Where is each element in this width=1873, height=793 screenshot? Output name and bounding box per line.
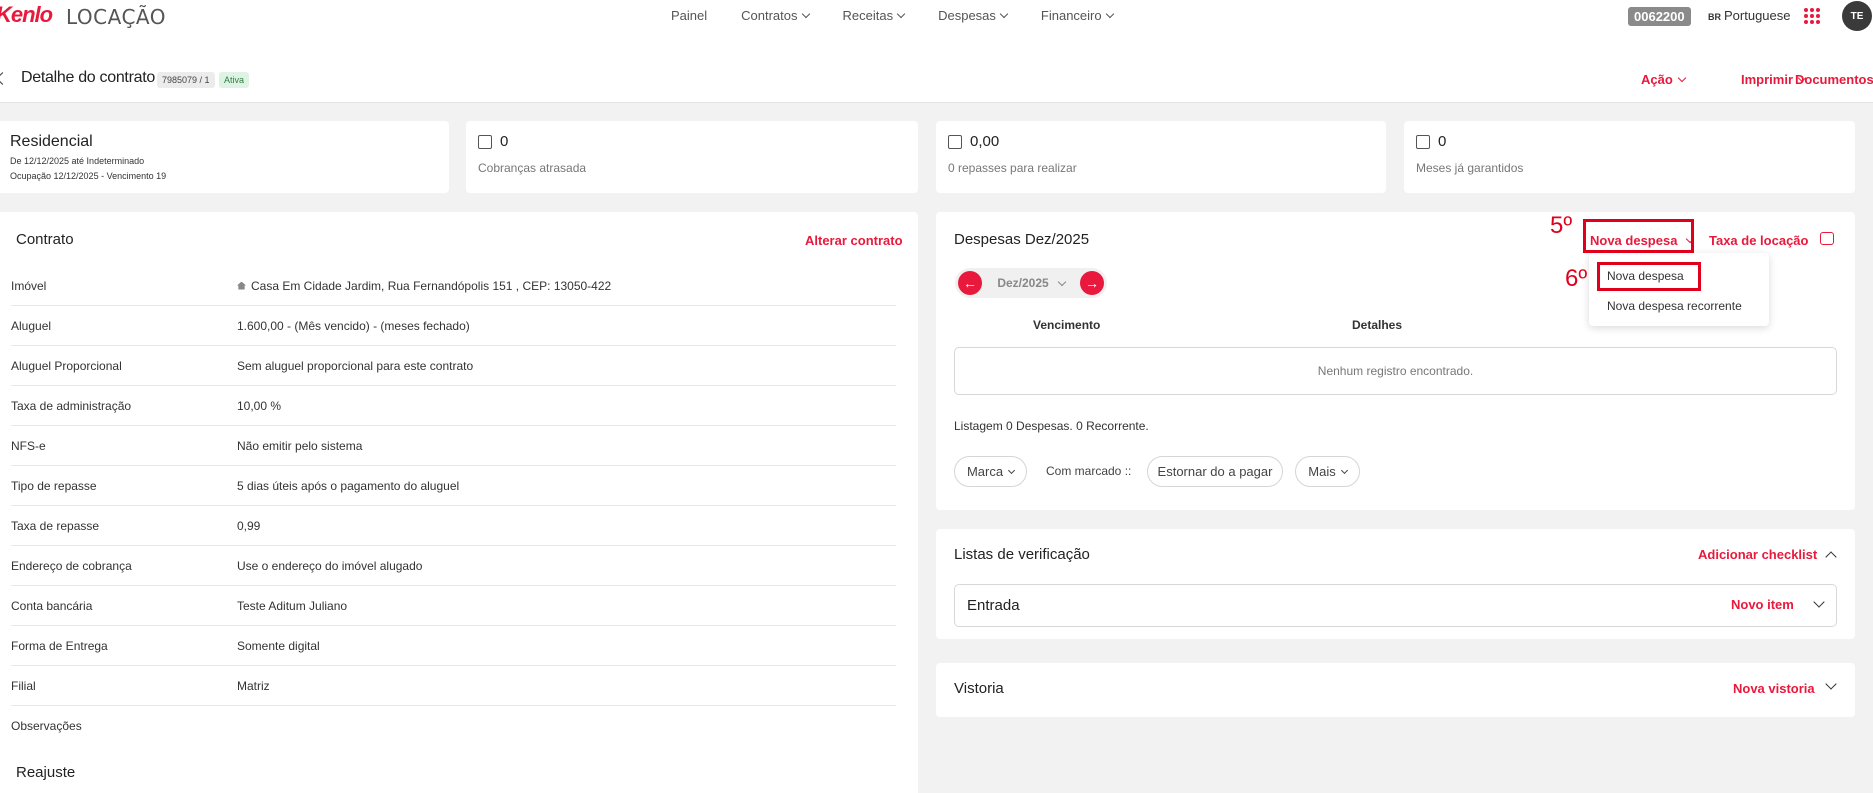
contract-row-aluguel-proporcional: Aluguel Proporcional Sem aluguel proporci… — [11, 346, 896, 386]
contract-row-filial: Filial Matriz — [11, 666, 896, 706]
contract-row-forma-entrega: Forma de Entrega Somente digital — [11, 626, 896, 666]
contract-card: Contrato Alterar contrato Imóvel Casa Em… — [0, 212, 918, 793]
despesas-empty-state: Nenhum registro encontrado. — [954, 347, 1837, 395]
contract-row-tipo-repasse: Tipo de repasse 5 dias úteis após o pagam… — [11, 466, 896, 506]
adicionar-checklist-link[interactable]: Adicionar checklist — [1698, 547, 1817, 562]
contract-row-aluguel: Aluguel 1.600,00 - (Mês vencido) - (meses… — [11, 306, 896, 346]
contract-id-badge: 7985079 / 1 — [157, 72, 215, 88]
late-charges-count: 0 — [500, 133, 509, 150]
acao-menu-button[interactable]: Ação — [1641, 72, 1687, 87]
despesas-title: Despesas Dez/2025 — [954, 231, 1090, 248]
main-nav: Painel Contratos Receitas Despesas Finan… — [671, 8, 1147, 23]
status-badge: Ativa — [219, 72, 250, 88]
contract-title: Contrato — [16, 231, 74, 248]
chevron-down-icon — [1057, 277, 1066, 286]
calendar-clock-icon — [478, 134, 492, 149]
taxa-locacao-link[interactable]: Taxa de locação — [1709, 233, 1808, 248]
account-code-badge: 0062200 — [1628, 7, 1691, 26]
guaranteed-months-card[interactable]: 0 Meses já garantidos — [1404, 121, 1855, 193]
chevron-up-icon[interactable] — [1825, 551, 1837, 563]
step-6-highlight — [1597, 262, 1701, 291]
contract-occupation: Ocupação 12/12/2025 - Vencimento 19 — [10, 171, 167, 181]
repasses-label: 0 repasses para realizar — [948, 161, 1077, 175]
chevron-down-icon — [1008, 466, 1016, 474]
nav-financeiro[interactable]: Financeiro — [1041, 8, 1114, 23]
guaranteed-months-label: Meses já garantidos — [1416, 161, 1524, 175]
vistoria-card: Vistoria Nova vistoria — [936, 663, 1855, 717]
contract-row-taxa-repasse: Taxa de repasse 0,99 — [11, 506, 896, 546]
user-avatar[interactable]: TE — [1842, 1, 1872, 31]
vistoria-title: Vistoria — [954, 680, 1004, 697]
documentos-button[interactable]: Documentos — [1795, 72, 1873, 87]
com-marcado-label: Com marcado :: — [1046, 464, 1132, 478]
repasses-value: 0,00 — [970, 133, 1000, 150]
chevron-down-icon — [1340, 466, 1348, 474]
back-arrow-icon[interactable] — [0, 72, 9, 85]
guaranteed-months-value: 0 — [1438, 133, 1447, 150]
mais-dropdown[interactable]: Mais — [1295, 456, 1360, 487]
page-titlebar: Detalhe do contrato 7985079 / 1 Ativa Aç… — [0, 32, 1873, 103]
document-money-icon — [948, 134, 962, 149]
col-detalhes: Detalhes — [1352, 318, 1403, 332]
step-5-annotation: 5º — [1550, 212, 1573, 239]
contract-type-card: Residencial De 12/12/2025 até Indetermin… — [0, 121, 449, 193]
top-navbar: Kenlo LOCAÇÃO Painel Contratos Receitas … — [0, 0, 1873, 32]
novo-item-link[interactable]: Novo item — [1731, 597, 1794, 612]
printer-icon[interactable] — [1820, 232, 1834, 245]
col-vencimento: Vencimento — [1033, 318, 1101, 332]
nav-receitas[interactable]: Receitas — [843, 8, 906, 23]
brazil-flag-icon: BR — [1708, 12, 1721, 22]
nav-painel[interactable]: Painel — [671, 8, 707, 23]
month-dropdown[interactable]: Dez/2025 — [997, 276, 1066, 290]
contract-type: Residencial — [10, 133, 93, 150]
logo-subtitle: LOCAÇÃO — [66, 5, 167, 29]
nav-contratos[interactable]: Contratos — [741, 8, 810, 23]
nav-despesas[interactable]: Despesas — [938, 8, 1009, 23]
reajuste-title: Reajuste — [16, 764, 76, 781]
chevron-down-icon[interactable] — [1825, 678, 1837, 690]
previous-month-arrow-icon[interactable]: ← — [958, 271, 982, 295]
home-icon — [237, 281, 246, 290]
checklist-entrada-title: Entrada — [967, 597, 1020, 614]
nova-vistoria-link[interactable]: Nova vistoria — [1733, 681, 1815, 696]
step-6-annotation: 6º — [1565, 265, 1588, 292]
contract-row-conta-bancaria: Conta bancária Teste Aditum Juliano — [11, 586, 896, 626]
checklist-title: Listas de verificação — [954, 546, 1090, 563]
menu-item-nova-despesa-recorrente[interactable]: Nova despesa recorrente — [1607, 299, 1742, 313]
despesas-summary: Listagem 0 Despesas. 0 Recorrente. — [954, 419, 1149, 433]
next-month-arrow-icon[interactable]: → — [1080, 271, 1104, 295]
step-5-highlight — [1583, 219, 1694, 253]
alterar-contrato-link[interactable]: Alterar contrato — [805, 233, 903, 248]
language-selector[interactable]: BR Portuguese — [1708, 8, 1791, 23]
month-selector: ← Dez/2025 → — [955, 268, 1107, 298]
contract-period: De 12/12/2025 até Indeterminado — [10, 156, 145, 166]
contract-row-observacoes: Observações — [11, 719, 82, 733]
chevron-down-icon[interactable] — [1813, 596, 1825, 608]
contract-row-endereco-cobranca: Endereço de cobrança Use o endereço do im… — [11, 546, 896, 586]
checklist-entrada-row[interactable]: Entrada Novo item — [954, 584, 1837, 627]
chevron-down-icon — [801, 9, 810, 19]
contract-row-imovel: Imóvel Casa Em Cidade Jardim, Rua Fernan… — [11, 266, 896, 306]
chevron-down-icon — [1105, 9, 1114, 19]
late-charges-card[interactable]: 0 Cobranças atrasada — [466, 121, 918, 193]
late-charges-label: Cobranças atrasada — [478, 161, 587, 175]
chevron-down-icon — [1677, 73, 1687, 83]
page-title: Detalhe do contrato — [21, 69, 155, 86]
estornar-button[interactable]: Estornar do a pagar — [1147, 456, 1283, 487]
apps-grid-icon[interactable] — [1804, 8, 1820, 24]
chevron-down-icon — [999, 9, 1009, 19]
contract-row-nfse: NFS-e Não emitir pelo sistema — [11, 426, 896, 466]
marca-dropdown[interactable]: Marca — [954, 456, 1027, 487]
kenlo-logo[interactable]: Kenlo — [0, 2, 53, 28]
calendar-icon — [1416, 134, 1430, 149]
contract-row-taxa-administracao: Taxa de administração 10,00 % — [11, 386, 896, 426]
repasses-card[interactable]: 0,00 0 repasses para realizar — [936, 121, 1386, 193]
chevron-down-icon — [896, 9, 906, 19]
